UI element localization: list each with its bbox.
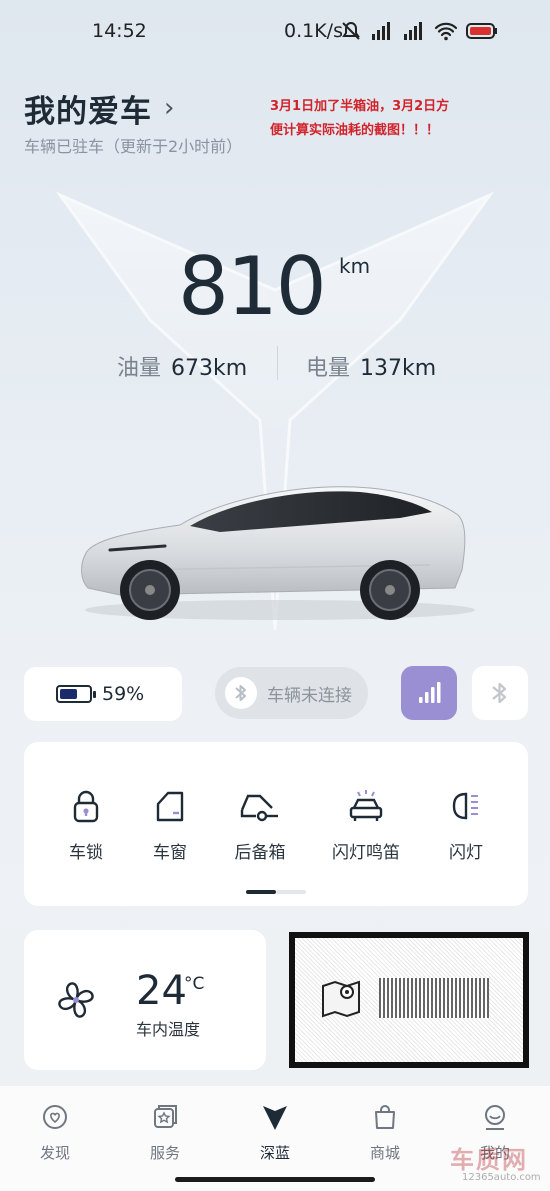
electric-label: 电量 [306,356,351,381]
service-icon [154,1105,177,1128]
user-annotation: 3月1日加了半箱油，3月2日方 便计算实际油耗的截图！！！ [270,95,475,143]
deepblue-logo-icon [263,1106,287,1130]
connection-status-pill[interactable]: 车辆未连接 [215,667,368,719]
annotation-line-2: 便计算实际油耗的截图！！！ [270,123,440,138]
control-label: 闪灯鸣笛 [332,843,400,863]
climate-card[interactable]: 24 °C 车内温度 [24,930,266,1070]
electric-value: 137km [360,356,437,381]
signal-bars-icon [419,682,441,703]
page-title: 我的爱车 [24,94,152,130]
control-label: 闪灯 [449,843,483,863]
cabin-temperature: 24 [136,968,187,1014]
flash-horn-icon [349,790,383,821]
trunk-icon [240,794,278,822]
control-headlight[interactable]: 闪灯 [426,788,506,863]
nav-deepblue[interactable]: 深蓝 [235,1102,315,1163]
shop-bag-icon [375,1105,395,1129]
fuel-label: 油量 [117,356,162,381]
headlight-icon [452,792,478,820]
nav-discover[interactable]: 发现 [15,1102,95,1163]
battery-low-icon [466,23,497,39]
map-card-obscured[interactable] [289,932,529,1068]
cabin-temperature-label: 车内温度 [136,1020,201,1039]
nav-service[interactable]: 服务 [125,1102,205,1163]
watermark-logo: 车质网 [450,1146,528,1174]
control-label: 车窗 [153,843,187,863]
wifi-icon [434,22,458,41]
status-time: 14:52 [92,20,147,42]
range-divider [277,346,278,380]
annotation-line-1: 3月1日加了半箱油，3月2日方 [270,99,450,114]
status-icons [340,20,498,42]
nav-label: 深蓝 [259,1144,290,1162]
fan-icon [58,982,94,1018]
battery-icon [56,685,96,703]
control-trunk[interactable]: 后备箱 [220,788,300,863]
fuel-range: 油量 673km [117,350,247,382]
control-label: 车锁 [69,843,103,863]
page-indicator-active [246,890,276,894]
nav-shop[interactable]: 商城 [345,1102,425,1163]
bluetooth-icon [225,677,257,709]
bluetooth-button[interactable] [472,666,528,720]
bluetooth-icon [492,682,507,704]
battery-percent: 59% [102,683,145,705]
nav-label: 服务 [149,1144,180,1162]
nav-label: 商城 [369,1144,400,1162]
connection-status-text: 车辆未连接 [267,685,352,706]
map-text-obscured [379,978,489,1018]
network-speed: 0.1K/s [284,20,343,42]
network-signal-button[interactable] [401,666,457,720]
watermark-site: 12365auto.com [462,1172,541,1183]
battery-level-fill [60,689,77,699]
control-lock[interactable]: 车锁 [46,788,126,863]
chevron-right-icon: › [164,92,175,123]
car-image [81,486,475,620]
parking-status: 车辆已驻车（更新于2小时前） [24,137,243,156]
discover-icon [43,1105,67,1129]
profile-icon [485,1105,505,1130]
page-indicator [246,890,306,894]
nav-label: 发现 [39,1144,70,1162]
page-indicator-inactive [276,890,306,894]
signal-hd-1-icon [372,22,390,40]
vehicle-controls-card: 车锁 车窗 后备箱 闪灯鸣笛 闪灯 [24,742,528,906]
range-unit: km [339,254,371,278]
header-title-row[interactable]: 我的爱车 › [24,86,174,131]
battery-status-card[interactable]: 59% [24,667,182,721]
map-location-icon [322,980,360,1018]
status-bar: 14:52 0.1K/s [0,0,550,62]
fuel-value: 673km [171,356,248,381]
lock-icon [73,790,99,823]
mute-icon [342,21,360,40]
window-icon [156,791,184,822]
signal-hd-2-icon [404,22,422,40]
electric-range: 电量 137km [306,350,436,382]
home-indicator[interactable] [175,1177,375,1182]
total-range: 810 [178,240,327,333]
control-window[interactable]: 车窗 [130,788,210,863]
temperature-unit: °C [184,974,205,994]
control-flash-horn[interactable]: 闪灯鸣笛 [326,788,406,863]
control-label: 后备箱 [234,843,286,863]
